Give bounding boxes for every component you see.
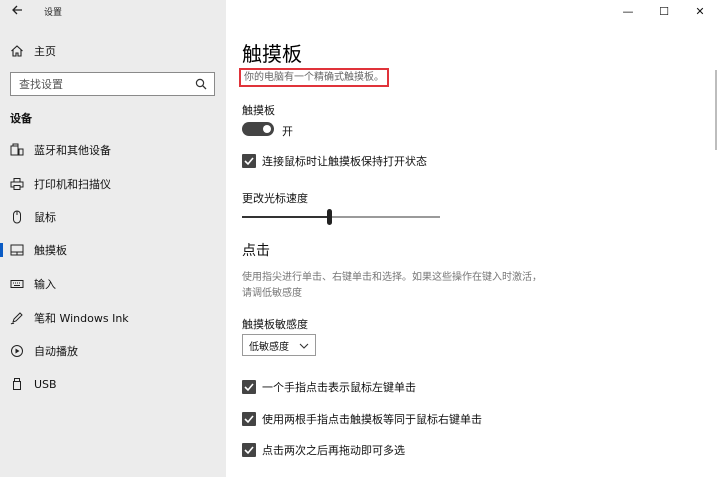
app-title: 设置: [44, 8, 63, 18]
one-finger-tap-checkbox[interactable]: [242, 380, 256, 394]
title-bar: 设置: [0, 0, 226, 24]
touchpad-icon: [10, 244, 24, 256]
sidebar-item-label: USB: [34, 377, 57, 391]
sidebar-item-printers[interactable]: 打印机和扫描仪: [0, 167, 226, 201]
sensitivity-select[interactable]: 低敏感度: [242, 334, 316, 356]
touchpad-toggle[interactable]: [242, 122, 274, 136]
sidebar-item-mouse[interactable]: 鼠标: [0, 200, 226, 234]
keyboard-icon: [10, 280, 24, 288]
toggle-state-label: 开: [282, 125, 293, 138]
checkmark-icon: [244, 415, 254, 424]
sidebar-item-typing[interactable]: 输入: [0, 267, 226, 301]
home-label: 主页: [34, 45, 56, 58]
bluetooth-devices-icon: [10, 143, 24, 156]
search-icon[interactable]: [195, 78, 207, 90]
slider-fill: [242, 216, 330, 218]
two-finger-tap-label: 使用两根手指点击触摸板等同于鼠标右键单击: [262, 413, 482, 426]
keep-on-checkbox[interactable]: [242, 154, 256, 168]
home-icon: [11, 45, 23, 57]
sidebar-item-pen[interactable]: 笔和 Windows Ink: [0, 301, 226, 335]
cursor-speed-label: 更改光标速度: [242, 192, 308, 205]
two-finger-tap-checkbox[interactable]: [242, 412, 256, 426]
home-link[interactable]: 主页: [10, 42, 56, 60]
sidebar-item-autoplay[interactable]: 自动播放: [0, 334, 226, 368]
two-finger-tap-row[interactable]: 使用两根手指点击触摸板等同于鼠标右键单击: [242, 411, 482, 427]
one-finger-tap-row[interactable]: 一个手指点击表示鼠标左键单击: [242, 379, 416, 395]
usb-icon: [13, 378, 21, 390]
slider-thumb[interactable]: [326, 209, 332, 225]
autoplay-icon: [11, 345, 23, 357]
search-input[interactable]: [11, 73, 186, 96]
printer-icon: [10, 178, 24, 190]
sidebar-item-touchpad[interactable]: 触摸板: [0, 233, 226, 267]
taps-description: 使用指尖进行单击、右键单击和选择。如果这些操作在键入时激活，请调低敏感度: [242, 272, 542, 299]
touchpad-label: 触摸板: [242, 104, 275, 117]
one-finger-tap-label: 一个手指点击表示鼠标左键单击: [262, 381, 416, 394]
page-title: 触摸板: [242, 42, 302, 66]
maximize-button[interactable]: ☐: [646, 0, 682, 24]
scrollbar-thumb[interactable]: [715, 70, 717, 150]
sidebar-item-label: 打印机和扫描仪: [34, 178, 111, 191]
arrow-left-icon: [12, 5, 22, 15]
double-tap-drag-label: 点击两次之后再拖动即可多选: [262, 444, 405, 457]
keep-on-label: 连接鼠标时让触摸板保持打开状态: [262, 155, 427, 168]
checkmark-icon: [244, 446, 254, 455]
sidebar-item-usb[interactable]: USB: [0, 367, 226, 401]
double-tap-drag-checkbox[interactable]: [242, 443, 256, 457]
sidebar: 设置 主页 设备 蓝牙和其他设备 打印机和扫描仪 鼠标 触摸板 输入 笔和 Wi…: [0, 0, 226, 477]
sidebar-item-label: 鼠标: [34, 211, 56, 224]
sidebar-item-label: 输入: [34, 278, 56, 291]
minimize-button[interactable]: —: [610, 0, 646, 24]
chevron-down-icon: [299, 343, 309, 349]
main-pane: — ☐ ✕ 触摸板 你的电脑有一个精确式触摸板。 触摸板 开 连接鼠标时让触摸板…: [226, 0, 720, 477]
window-controls: — ☐ ✕: [610, 0, 720, 24]
sidebar-item-label: 蓝牙和其他设备: [34, 144, 111, 157]
cursor-speed-slider[interactable]: [242, 209, 440, 225]
double-tap-drag-row[interactable]: 点击两次之后再拖动即可多选: [242, 442, 405, 458]
toggle-knob: [263, 125, 271, 133]
sidebar-item-label: 触摸板: [34, 244, 67, 257]
search-box[interactable]: [10, 72, 215, 96]
taps-heading: 点击: [242, 243, 270, 259]
mouse-icon: [13, 210, 21, 224]
checkmark-icon: [244, 157, 254, 166]
sidebar-item-bluetooth[interactable]: 蓝牙和其他设备: [0, 133, 226, 167]
pen-icon: [10, 312, 23, 325]
keep-on-checkbox-row[interactable]: 连接鼠标时让触摸板保持打开状态: [242, 153, 427, 169]
sensitivity-value: 低敏感度: [249, 341, 289, 353]
scrollbar[interactable]: [712, 70, 720, 150]
sidebar-item-label: 笔和 Windows Ink: [34, 312, 129, 325]
sensitivity-label: 触摸板敏感度: [242, 318, 308, 331]
sidebar-item-label: 自动播放: [34, 345, 78, 358]
close-button[interactable]: ✕: [682, 0, 718, 24]
section-title: 设备: [10, 112, 32, 125]
page-subtitle: 你的电脑有一个精确式触摸板。: [239, 68, 389, 87]
checkmark-icon: [244, 383, 254, 392]
back-button[interactable]: [8, 3, 26, 21]
